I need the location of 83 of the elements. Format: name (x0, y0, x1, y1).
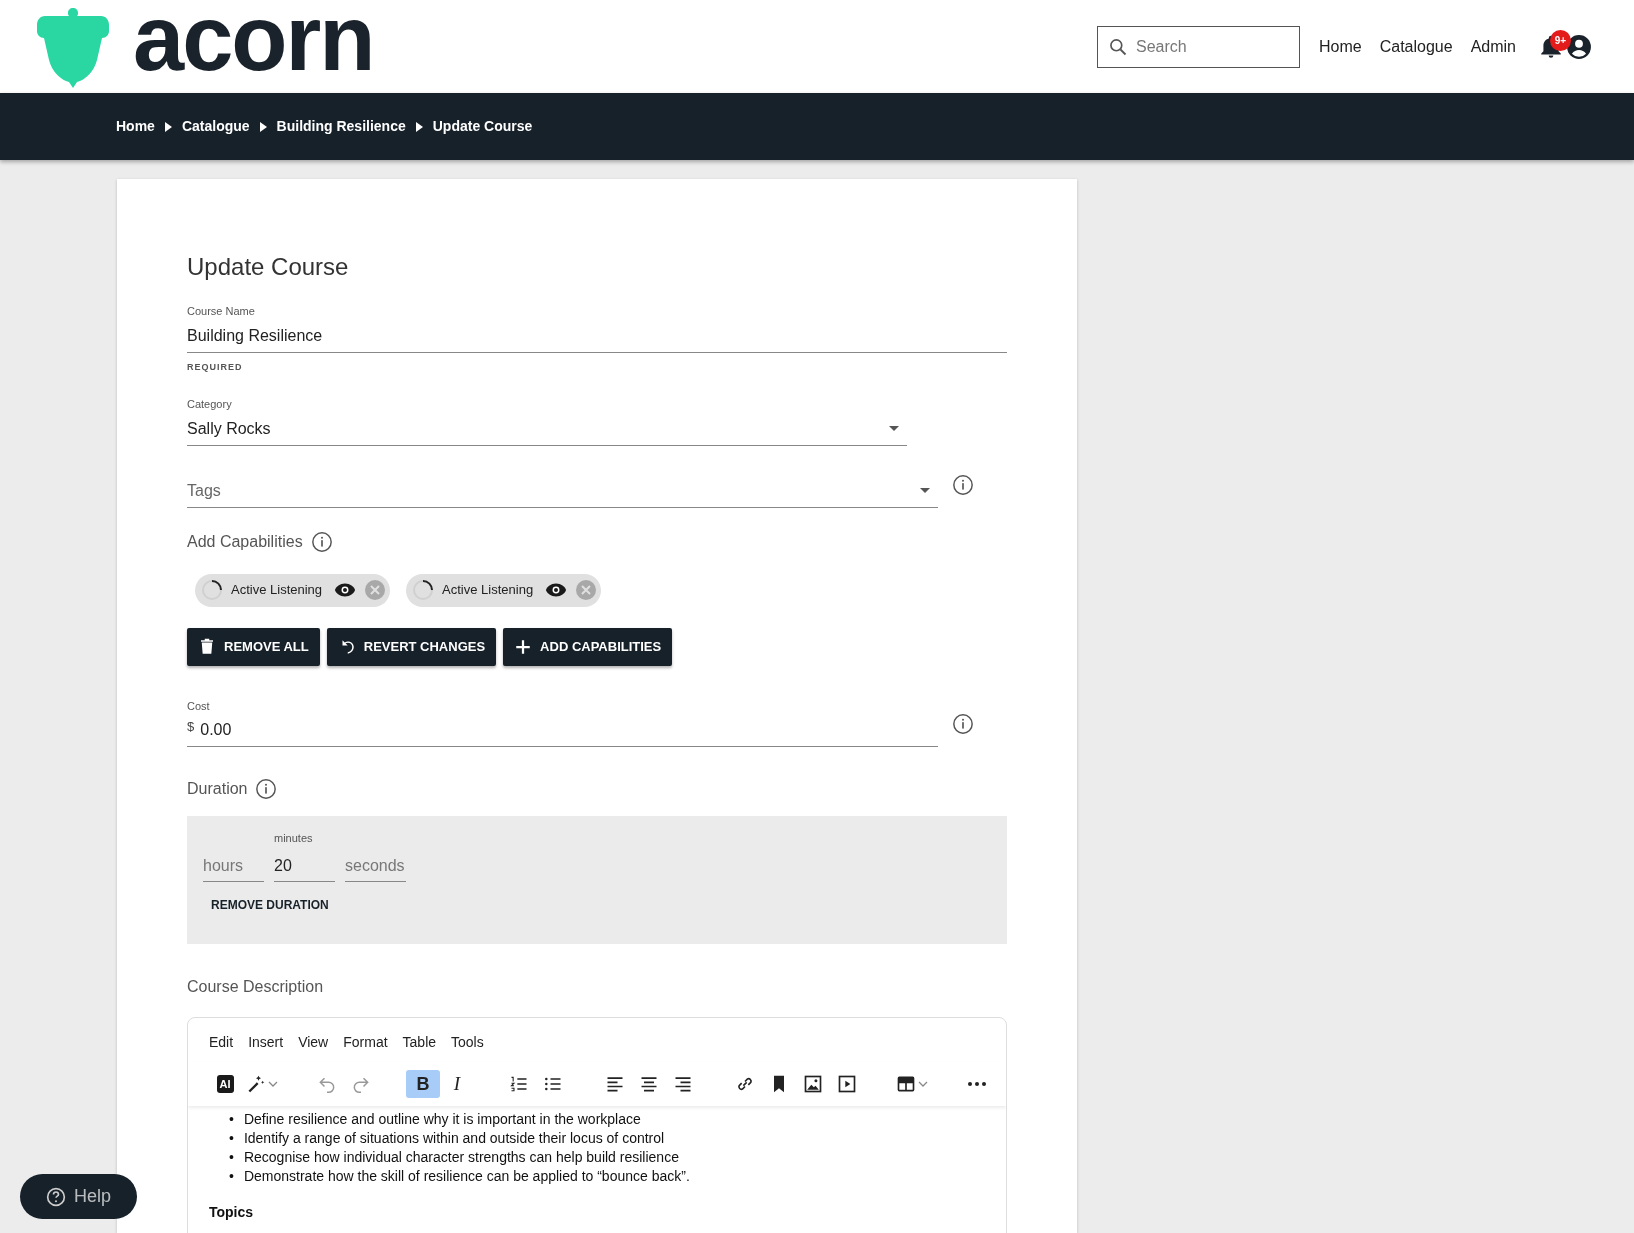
action-button[interactable]: REMOVE ALL (187, 627, 320, 666)
menu-item[interactable]: Table (402, 1032, 437, 1062)
cost-field[interactable]: $ 0.00 (187, 714, 938, 747)
menu-item[interactable]: View (298, 1032, 329, 1062)
field-label: Category (187, 397, 233, 412)
align-left-icon (605, 1074, 625, 1094)
field-label: Cost (187, 698, 211, 714)
bullet: • (229, 1110, 234, 1129)
question-icon (46, 1186, 66, 1207)
duration-field[interactable]: seconds (345, 851, 406, 882)
caret-right-icon (164, 121, 172, 132)
notification-badge: 9+ (1550, 29, 1571, 51)
list-item: Identify a range of situations within and outside their locus of control (243, 1129, 665, 1148)
menu-item[interactable]: Tools (451, 1032, 484, 1062)
help-button[interactable]: Help (20, 1174, 138, 1219)
section-label: Duration (187, 779, 248, 799)
info-icon[interactable] (255, 778, 278, 800)
info-icon[interactable] (310, 530, 333, 553)
content-heading: Topics (209, 1203, 255, 1222)
list-item: Demonstrate how the skill of resilience can be applied to “bounce back”. (243, 1167, 690, 1186)
caret-right-icon (259, 121, 267, 132)
duration-field[interactable]: 20 (274, 851, 335, 882)
action-button[interactable]: REVERT CHANGES (326, 627, 497, 666)
dropdown-arrow-icon (920, 487, 930, 494)
breadcrumb-link[interactable]: Update Course (432, 116, 533, 137)
magic-wand-icon (246, 1074, 266, 1094)
list-item: Define resilience and outline why it is important in the workplace (243, 1110, 641, 1129)
tags-dropdown[interactable]: Tags (187, 474, 938, 508)
chevron-down-icon (268, 1081, 278, 1087)
nav-link[interactable]: Home (1319, 34, 1362, 59)
action-button[interactable]: ADD CAPABILITIES (503, 627, 673, 666)
user-avatar-icon[interactable] (1566, 33, 1592, 60)
bullet: • (229, 1129, 234, 1148)
duration-field[interactable]: hours (203, 851, 264, 882)
currency-symbol: $ (187, 718, 195, 736)
info-icon[interactable] (952, 473, 974, 496)
remove-duration-button[interactable]: REMOVE DURATION (211, 895, 329, 914)
text-field[interactable]: Building Resilience (187, 319, 1007, 353)
ai-label: AI (216, 1075, 234, 1093)
search-icon (1108, 36, 1128, 57)
align-center-icon (639, 1074, 659, 1094)
loading-spinner-icon (201, 579, 223, 601)
section-label: Course Description (187, 977, 325, 997)
dropdown-arrow-icon (889, 425, 899, 432)
info-icon[interactable] (952, 713, 974, 735)
capability-chip[interactable]: Active Listening (406, 573, 602, 607)
category-dropdown[interactable]: Sally Rocks (187, 412, 907, 446)
toolbar-button[interactable]: AI (208, 1070, 242, 1098)
table-icon (896, 1074, 916, 1094)
field-label: Course Name (187, 304, 256, 319)
nav-link[interactable]: Catalogue (1379, 34, 1453, 59)
bullet: • (229, 1148, 234, 1167)
acorn-logo-icon (37, 5, 109, 88)
helper-text: REQUIRED (187, 360, 244, 374)
eye-icon[interactable] (334, 582, 357, 598)
loading-spinner-icon (412, 579, 435, 601)
toolbar-button[interactable]: B (406, 1070, 440, 1098)
nav-link[interactable]: Admin (1470, 34, 1516, 59)
breadcrumb-link[interactable]: Building Resilience (276, 116, 406, 137)
image-icon (803, 1074, 823, 1094)
page-title: Update Course (187, 252, 350, 282)
eye-icon[interactable] (545, 582, 568, 598)
align-right-icon (673, 1074, 693, 1094)
bullet: • (229, 1167, 234, 1186)
trash-icon (198, 637, 216, 656)
logo-text: acorn (133, 0, 374, 84)
plus-icon (514, 637, 533, 656)
list-item: Recognise how individual character strengths can help build resilience (243, 1148, 679, 1167)
breadcrumb-link[interactable]: Home (116, 116, 155, 137)
section-label: Add Capabilities (187, 531, 303, 552)
menu-item[interactable]: Insert (248, 1032, 284, 1062)
caret-right-icon (415, 121, 423, 132)
menu-item[interactable]: Format (343, 1032, 388, 1062)
breadcrumb-link[interactable]: Catalogue (181, 116, 250, 137)
field-label: minutes (274, 831, 314, 846)
play-media-icon (837, 1074, 857, 1094)
numbered-list-icon (509, 1074, 529, 1094)
more-icon (967, 1081, 987, 1087)
capability-chip[interactable]: Active Listening (195, 573, 391, 607)
search-field[interactable]: Search (1097, 25, 1300, 68)
menu-item[interactable]: Edit (209, 1032, 234, 1062)
toolbar-button[interactable]: I (440, 1070, 474, 1098)
chevron-down-icon (918, 1081, 928, 1087)
